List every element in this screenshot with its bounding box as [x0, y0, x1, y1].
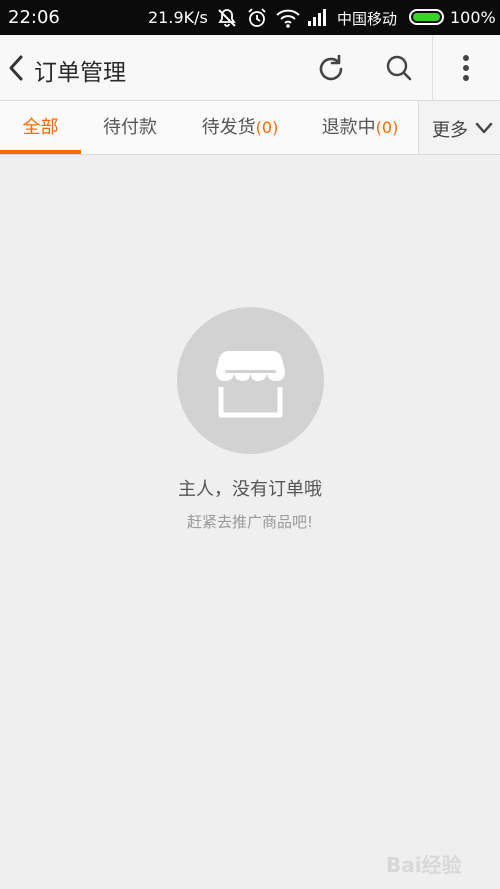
tab-refunding[interactable]: 退款中(0) [310, 101, 410, 154]
watermark-text: Bai经验 [386, 853, 462, 877]
tab-count: (0) [375, 118, 399, 137]
status-carrier: 中国移动 [337, 10, 398, 28]
watermark: Bai经验 [386, 836, 496, 882]
status-time: 22:06 [8, 7, 60, 28]
tab-pending-payment[interactable]: 待付款 [86, 101, 174, 154]
back-arrow-icon[interactable] [6, 53, 28, 83]
alarm-icon [248, 8, 266, 27]
battery-icon [409, 9, 444, 25]
tab-label: 全部 [22, 117, 59, 138]
tab-label: 退款中 [321, 117, 376, 138]
tab-pending-shipment[interactable]: 待发货(0) [190, 101, 290, 154]
mute-icon [218, 9, 236, 27]
search-icon[interactable] [385, 54, 413, 82]
app-header: 订单管理 [0, 35, 500, 101]
chevron-down-icon [475, 122, 493, 134]
status-bar: 22:06 21.9K/s 中国移动 100% [0, 0, 500, 35]
empty-state-subtitle: 赶紧去推广商品吧! [186, 513, 313, 531]
page-title: 订单管理 [34, 60, 126, 86]
empty-state-badge [177, 307, 324, 454]
status-battery-percent: 100% [450, 8, 496, 27]
wifi-icon [276, 9, 300, 28]
order-tabs: 全部 待付款 待发货(0) 退款中(0) 更多 [0, 101, 500, 155]
tab-count: (0) [255, 118, 279, 137]
header-divider [432, 35, 433, 101]
store-icon [216, 351, 285, 418]
refresh-icon[interactable] [314, 52, 348, 86]
tab-all[interactable]: 全部 [0, 101, 81, 154]
status-net-speed: 21.9K/s [148, 8, 208, 27]
tab-label: 待发货 [201, 117, 256, 138]
empty-state-title: 主人，没有订单哦 [178, 479, 322, 500]
more-vertical-icon[interactable] [456, 53, 476, 83]
active-tab-indicator [0, 150, 81, 154]
signal-icon [308, 9, 326, 26]
tab-more-button[interactable]: 更多 [419, 101, 500, 154]
tab-label: 待付款 [103, 117, 157, 138]
tab-more-label: 更多 [432, 120, 468, 141]
